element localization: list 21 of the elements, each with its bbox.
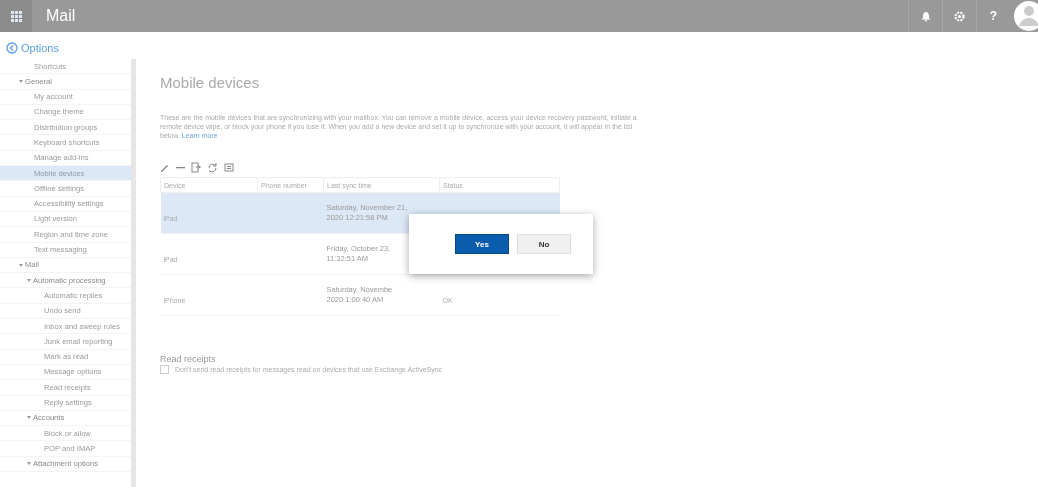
settings-icon[interactable] [954,10,965,22]
checkbox[interactable] [160,365,169,374]
options-title: Options [21,42,59,54]
avatar-icon[interactable] [1014,0,1038,32]
help-button[interactable]: ? [989,9,998,23]
app-launcher-icon[interactable] [10,10,22,22]
refresh-icon[interactable] [207,162,218,173]
expand-triangle-icon[interactable] [27,416,31,420]
expand-triangle-icon[interactable] [27,278,31,282]
app-title: Mail [46,7,77,25]
page-title: Mobile devices [160,74,261,91]
section-title: Read receipts [160,354,217,364]
expand-triangle-icon[interactable] [19,79,23,83]
bell-icon[interactable] [920,10,931,22]
no-button[interactable]: No [517,234,571,254]
details-icon[interactable] [224,162,234,173]
pencil-icon[interactable] [160,162,170,173]
expand-triangle-icon[interactable] [27,462,31,466]
phone-wipe-icon[interactable] [191,162,201,173]
yes-button[interactable]: Yes [455,234,509,254]
expand-triangle-icon[interactable] [19,263,23,267]
